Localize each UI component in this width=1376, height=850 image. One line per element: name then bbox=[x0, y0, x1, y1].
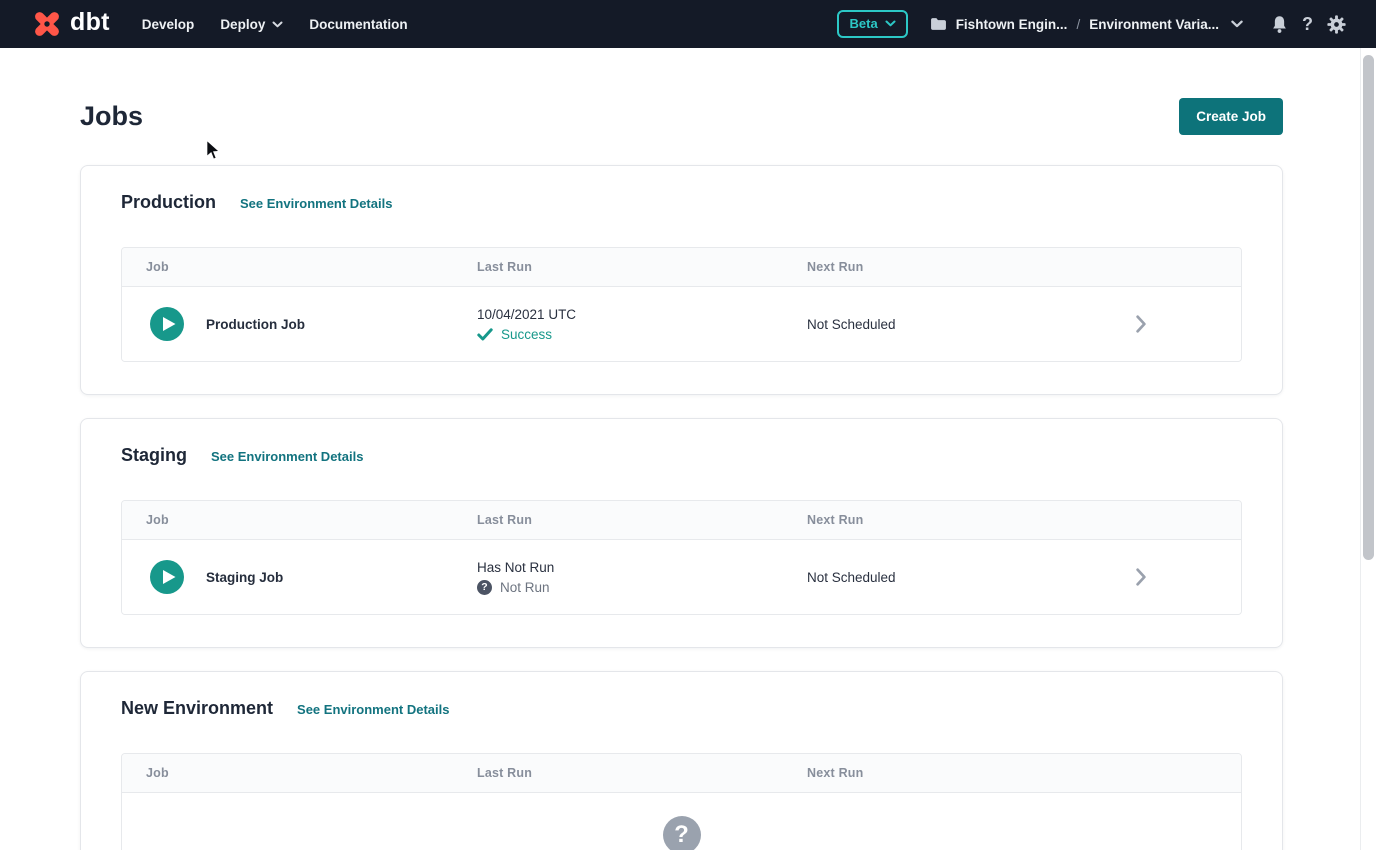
row-chevron[interactable] bbox=[1041, 315, 1241, 333]
chevron-down-icon bbox=[885, 20, 896, 27]
job-name[interactable]: Staging Job bbox=[206, 570, 283, 585]
empty-jobs-state: ? bbox=[122, 793, 1241, 850]
breadcrumb-separator: / bbox=[1076, 17, 1080, 32]
see-environment-details-link[interactable]: See Environment Details bbox=[297, 702, 449, 717]
chevron-right-icon bbox=[1135, 568, 1147, 586]
main-content: Jobs Create Job Production See Environme… bbox=[0, 48, 1360, 850]
notifications-bell-icon[interactable] bbox=[1271, 15, 1288, 34]
main-nav: Develop Deploy Documentation bbox=[142, 17, 408, 32]
job-cell: Staging Job bbox=[122, 560, 477, 594]
run-job-play-button[interactable] bbox=[150, 307, 184, 341]
gear-icon[interactable] bbox=[1327, 15, 1346, 34]
question-circle-icon: ? bbox=[477, 580, 492, 595]
column-header-last-run: Last Run bbox=[477, 766, 807, 780]
nav-item-documentation[interactable]: Documentation bbox=[309, 17, 407, 32]
last-run-date: 10/04/2021 UTC bbox=[477, 307, 807, 322]
dbt-logo-icon bbox=[30, 7, 64, 41]
dbt-logo-text: dbt bbox=[70, 10, 110, 39]
vertical-scrollbar[interactable] bbox=[1360, 48, 1376, 850]
environment-name: Production bbox=[121, 192, 216, 213]
breadcrumb-project[interactable]: Fishtown Engin... bbox=[956, 17, 1068, 32]
last-run-cell: Has Not Run ? Not Run bbox=[477, 560, 807, 595]
environment-card-staging: Staging See Environment Details Job Last… bbox=[80, 418, 1283, 648]
column-header-last-run: Last Run bbox=[477, 513, 807, 527]
status-label: Success bbox=[501, 327, 552, 342]
nav-label-documentation: Documentation bbox=[309, 17, 407, 32]
nav-item-deploy[interactable]: Deploy bbox=[220, 17, 283, 32]
jobs-table-header: Job Last Run Next Run bbox=[122, 501, 1241, 540]
environment-name: New Environment bbox=[121, 698, 273, 719]
last-run-status: Success bbox=[477, 327, 807, 342]
beta-dropdown[interactable]: Beta bbox=[837, 10, 908, 38]
nav-item-develop[interactable]: Develop bbox=[142, 17, 195, 32]
last-run-date: Has Not Run bbox=[477, 560, 807, 575]
see-environment-details-link[interactable]: See Environment Details bbox=[211, 449, 363, 464]
chevron-right-icon bbox=[1135, 315, 1147, 333]
question-circle-icon: ? bbox=[663, 816, 701, 850]
breadcrumb[interactable]: Fishtown Engin... / Environment Varia... bbox=[930, 17, 1243, 32]
create-job-button[interactable]: Create Job bbox=[1179, 98, 1283, 135]
job-row-production[interactable]: Production Job 10/04/2021 UTC Success No… bbox=[122, 287, 1241, 361]
next-run-cell: Not Scheduled bbox=[807, 317, 1041, 332]
last-run-status: ? Not Run bbox=[477, 580, 807, 595]
dbt-logo[interactable]: dbt bbox=[30, 7, 110, 41]
page-header-row: Jobs Create Job bbox=[80, 98, 1283, 135]
run-job-play-button[interactable] bbox=[150, 560, 184, 594]
jobs-table: Job Last Run Next Run ? bbox=[121, 753, 1242, 850]
row-chevron[interactable] bbox=[1041, 568, 1241, 586]
beta-label: Beta bbox=[850, 16, 878, 31]
column-header-last-run: Last Run bbox=[477, 260, 807, 274]
breadcrumb-page[interactable]: Environment Varia... bbox=[1089, 17, 1219, 32]
nav-label-deploy: Deploy bbox=[220, 17, 265, 32]
environment-name: Staging bbox=[121, 445, 187, 466]
top-navbar: dbt Develop Deploy Documentation Beta bbox=[0, 0, 1376, 48]
help-icon[interactable]: ? bbox=[1302, 15, 1313, 33]
next-run-cell: Not Scheduled bbox=[807, 570, 1041, 585]
environment-card-production: Production See Environment Details Job L… bbox=[80, 165, 1283, 395]
column-header-job: Job bbox=[122, 766, 477, 780]
environment-card-header: Production See Environment Details bbox=[121, 192, 1242, 213]
folder-icon bbox=[930, 17, 947, 31]
column-header-next-run: Next Run bbox=[807, 513, 1041, 527]
jobs-table: Job Last Run Next Run Production Job bbox=[121, 247, 1242, 362]
chevron-down-icon[interactable] bbox=[1231, 20, 1243, 28]
jobs-table-header: Job Last Run Next Run bbox=[122, 248, 1241, 287]
column-header-job: Job bbox=[122, 260, 477, 274]
check-icon bbox=[477, 328, 493, 341]
last-run-cell: 10/04/2021 UTC Success bbox=[477, 307, 807, 342]
scrollbar-thumb[interactable] bbox=[1363, 55, 1374, 560]
environment-card-header: New Environment See Environment Details bbox=[121, 698, 1242, 719]
environment-card-header: Staging See Environment Details bbox=[121, 445, 1242, 466]
job-name[interactable]: Production Job bbox=[206, 317, 305, 332]
job-cell: Production Job bbox=[122, 307, 477, 341]
environment-card-new-environment: New Environment See Environment Details … bbox=[80, 671, 1283, 850]
column-header-job: Job bbox=[122, 513, 477, 527]
status-label: Not Run bbox=[500, 580, 550, 595]
see-environment-details-link[interactable]: See Environment Details bbox=[240, 196, 392, 211]
column-header-next-run: Next Run bbox=[807, 260, 1041, 274]
job-row-staging[interactable]: Staging Job Has Not Run ? Not Run Not Sc… bbox=[122, 540, 1241, 614]
app-window: dbt Develop Deploy Documentation Beta bbox=[0, 0, 1376, 850]
page-title: Jobs bbox=[80, 98, 143, 134]
column-header-next-run: Next Run bbox=[807, 766, 1041, 780]
jobs-table-header: Job Last Run Next Run bbox=[122, 754, 1241, 793]
chevron-down-icon bbox=[272, 21, 283, 28]
navbar-right: Beta Fishtown Engin... / Environment Var… bbox=[837, 10, 1347, 38]
navbar-icons: ? bbox=[1271, 15, 1346, 34]
nav-label-develop: Develop bbox=[142, 17, 195, 32]
jobs-table: Job Last Run Next Run Staging Job bbox=[121, 500, 1242, 615]
